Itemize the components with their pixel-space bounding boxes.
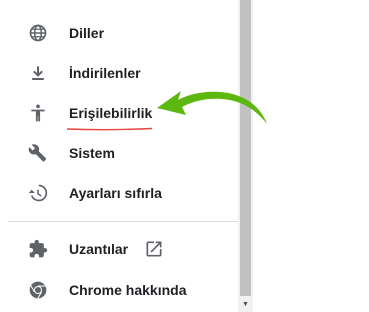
sidebar-item-languages[interactable]: Diller [0, 15, 238, 51]
accessibility-icon [28, 103, 48, 123]
scrollbar-thumb[interactable] [240, 0, 251, 296]
puzzle-icon [28, 239, 48, 259]
sidebar-item-label: Erişilebilirlik [69, 105, 153, 121]
download-icon [28, 63, 48, 83]
sidebar-item-extensions[interactable]: Uzantılar [0, 231, 238, 267]
annotation-underline [66, 127, 153, 131]
sidebar-item-label: Uzantılar [69, 241, 129, 257]
sidebar-item-label: Sistem [69, 145, 115, 161]
restore-icon [28, 183, 48, 203]
scroll-down-button[interactable]: ▼ [238, 296, 253, 312]
sidebar-item-about-chrome[interactable]: Chrome hakkında [0, 272, 238, 308]
wrench-icon [28, 143, 48, 163]
sidebar-item-label: İndirilenler [69, 65, 141, 81]
sidebar-item-system[interactable]: Sistem [0, 135, 238, 171]
settings-sidebar: Diller İndirilenler Erişilebilirlik Sist… [0, 0, 238, 312]
annotation-arrow-icon [157, 91, 267, 124]
menu-divider [8, 221, 238, 222]
globe-icon [28, 23, 48, 43]
sidebar-item-label: Diller [69, 25, 105, 41]
sidebar-item-label: Chrome hakkında [69, 282, 187, 298]
external-link-icon[interactable] [144, 239, 164, 259]
sidebar-item-label: Ayarları sıfırla [69, 185, 162, 201]
chrome-logo-icon [28, 280, 48, 300]
sidebar-item-reset-settings[interactable]: Ayarları sıfırla [0, 175, 238, 211]
